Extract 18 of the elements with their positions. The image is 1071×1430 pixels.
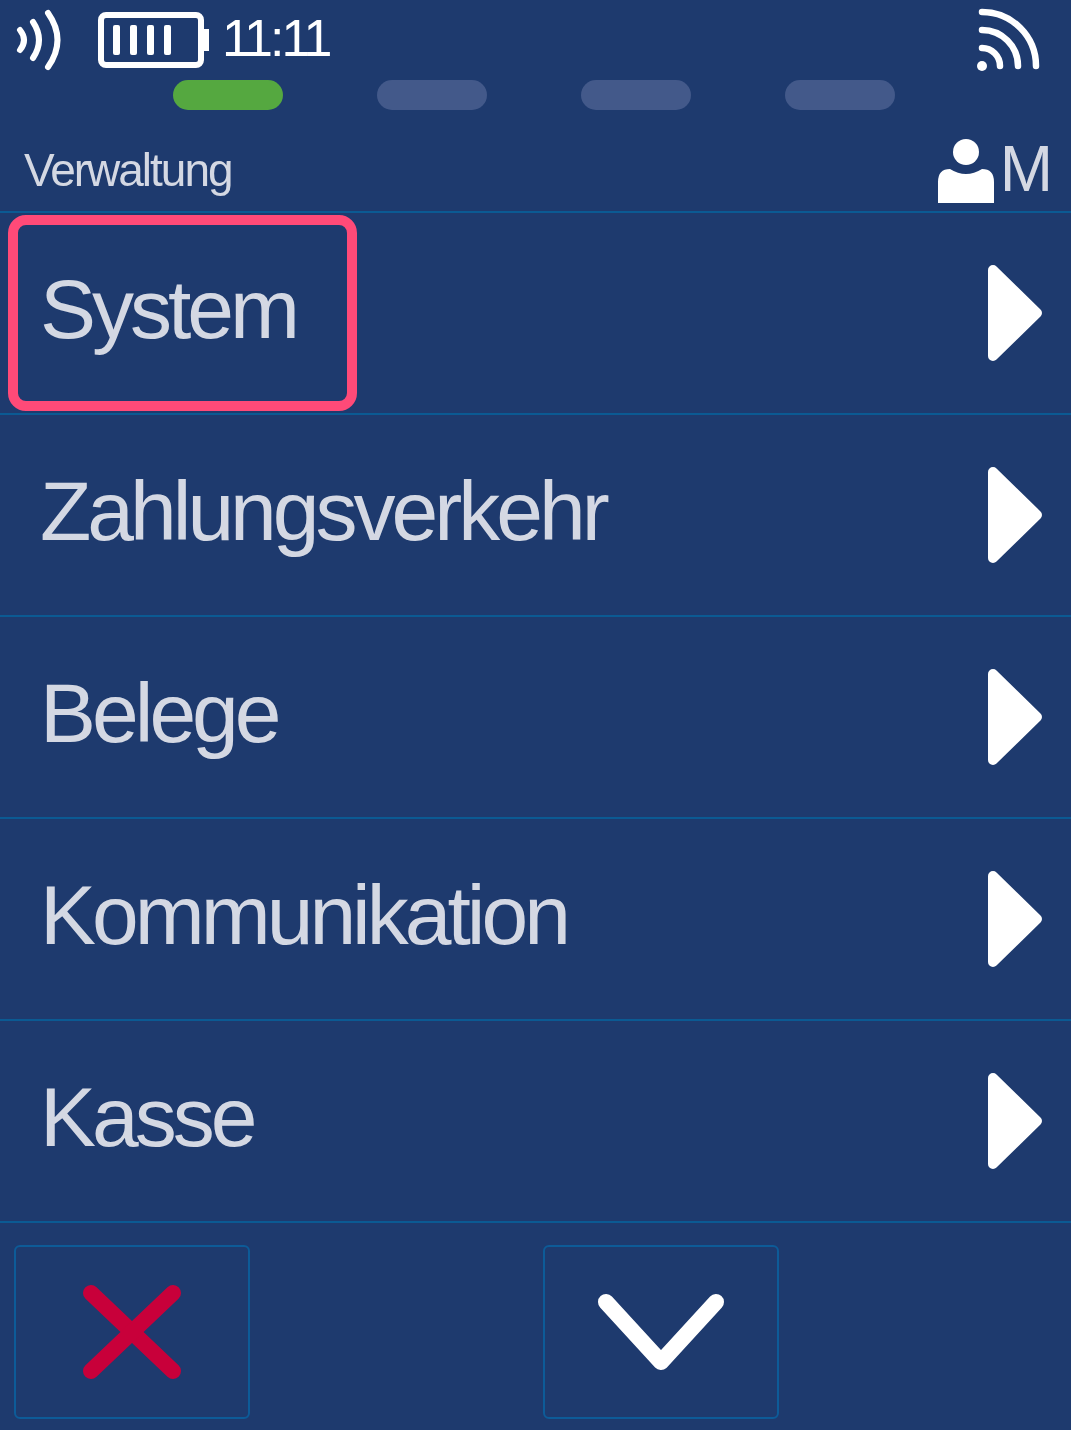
clock-time: 11:11 [222,12,330,64]
battery-icon [98,12,210,68]
menu-item[interactable]: Zahlungsverkehr [0,415,1071,617]
menu-item[interactable]: Kommunikation [0,819,1071,1021]
close-icon [82,1284,182,1380]
confirm-button[interactable] [543,1245,779,1419]
wifi-icon [974,8,1040,72]
checkmark-icon [597,1293,725,1371]
chevron-right-icon [988,467,1042,563]
menu-item[interactable]: Belege [0,617,1071,819]
chevron-right-icon [988,265,1042,361]
chevron-right-icon [988,1073,1042,1169]
person-icon [937,138,994,203]
menu-item[interactable]: Kasse [0,1021,1071,1223]
user-initial: M [999,137,1053,201]
menu-item[interactable]: System [0,213,1071,415]
chevron-right-icon [988,669,1042,765]
chevron-right-icon [988,871,1042,967]
